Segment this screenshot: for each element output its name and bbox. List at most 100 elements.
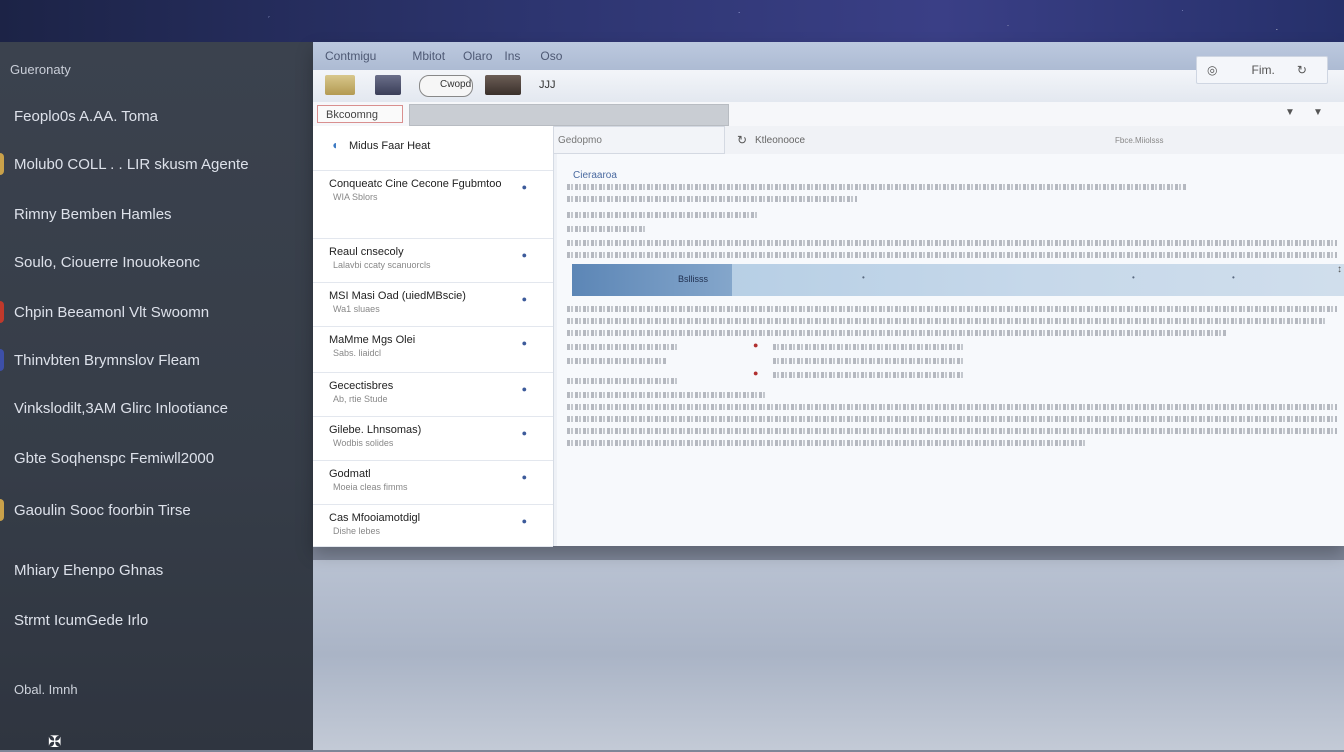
archive-icon[interactable] [485, 75, 521, 95]
message-preview: Sabs. liaidcl [333, 348, 382, 358]
sidebar-item[interactable]: Thinvbten Brymnslov Fleam [0, 338, 313, 382]
unread-dot-icon[interactable]: ● [522, 250, 527, 260]
mailbox-icon: ◖ [331, 138, 339, 152]
app-icon[interactable]: ✠ [48, 732, 61, 752]
text-line [567, 252, 1337, 258]
sidebar-item[interactable]: Vinkslodilt,3AM Glirc Inlootiance [0, 386, 313, 430]
desktop-wallpaper [0, 0, 1344, 42]
message-title: Gecectisbres [329, 380, 394, 392]
flag-marker: ● [753, 340, 759, 350]
unread-dot-icon[interactable]: ● [522, 294, 527, 304]
sidebar-item[interactable]: Soulo, Ciouerre Inouokeonc [0, 240, 313, 284]
text-line [567, 226, 647, 232]
text-line [567, 306, 1337, 312]
message-row[interactable]: Midus Faar Heat ◖ [313, 126, 553, 171]
message-row[interactable]: Gilebe. Lhnsomas) Wodbis solides ● [313, 416, 553, 461]
unread-dot-icon[interactable]: ● [522, 338, 527, 348]
address-label[interactable]: Bkcoomng [317, 105, 403, 123]
text-line [567, 440, 1087, 446]
message-title: Conqueatc Cine Cecone Fgubmtoo [329, 178, 502, 190]
message-title: MSI Masi Oad (uiedMBscie) [329, 290, 466, 302]
sidebar-item[interactable]: Molub0 COLL . . LIR skusm Agente [0, 142, 313, 186]
sidebar-item-label: Molub0 COLL . . LIR skusm Agente [14, 155, 249, 173]
band-marker: • [862, 273, 865, 282]
folder-icon[interactable] [325, 75, 355, 95]
sidebar-footer[interactable]: Obal. Imnh [14, 682, 78, 697]
reload-icon[interactable]: ↻ [737, 133, 747, 147]
compose-button[interactable]: Cwopd [419, 75, 473, 97]
sidebar-item[interactable]: Mhiary Ehenpo Ghnas [0, 548, 313, 592]
calendar-icon[interactable] [375, 75, 401, 95]
desktop-background [313, 560, 1344, 750]
text-line [567, 184, 1187, 190]
refresh-icon[interactable]: ↻ [1297, 63, 1307, 77]
unread-dot-icon[interactable]: ● [522, 182, 527, 192]
sidebar-item[interactable]: Rimny Bemben Hamles [0, 192, 313, 236]
message-row[interactable]: MSI Masi Oad (uiedMBscie) Wa1 sluaes ● [313, 282, 553, 327]
menu-item[interactable]: Ins [504, 49, 520, 63]
sidebar-item-label: Vinkslodilt,3AM Glirc Inlootiance [14, 399, 228, 417]
text-line [567, 404, 1337, 410]
message-preview: Dishe lebes [333, 526, 381, 536]
address-bar: Bkcoomng ▼ ▼ [313, 102, 1344, 127]
menu-item[interactable]: Olaro [463, 49, 492, 63]
text-line [567, 358, 667, 364]
message-title: Cas Mfooiamotdigl [329, 512, 421, 524]
text-line [567, 378, 677, 384]
sidebar-item-label: Gaoulin Sooc foorbin Tirse [14, 501, 191, 519]
text-line [773, 344, 963, 350]
attachment-bar[interactable]: Bsllisss • • • [572, 264, 1344, 296]
settings-icon[interactable]: ◎ [1207, 63, 1217, 77]
sidebar-item-label: Strmt IcumGede Irlo [14, 611, 149, 629]
chevron-down-icon[interactable]: ▼ [1285, 107, 1295, 118]
menu-item[interactable]: Oso [540, 49, 562, 63]
message-preview: Wodbis solides [333, 438, 394, 448]
text-line [567, 428, 1337, 434]
band-marker: • [1132, 273, 1135, 282]
attachment-label: Bsllisss [678, 274, 709, 284]
sidebar-item[interactable]: Gaoulin Sooc foorbin Tirse [0, 488, 313, 532]
unread-dot-icon[interactable]: ● [522, 428, 527, 438]
menu-item[interactable]: Mbitot [412, 49, 445, 63]
reading-pane: Cieraaroa Bsllisss • • • ↕ ● ● [557, 154, 1344, 546]
message-row[interactable]: Godmatl Moeia cleas fimms ● [313, 460, 553, 505]
message-title: MaMme Mgs Olei [329, 334, 416, 346]
color-tag-icon [0, 301, 4, 323]
sidebar: Gueronaty Feoplo0s A.AA. Toma Molub0 COLL… [0, 42, 313, 752]
sidebar-item[interactable]: Strmt IcumGede Irlo [0, 598, 313, 642]
sidebar-item-label: Mhiary Ehenpo Ghnas [14, 561, 164, 579]
text-line [567, 416, 1337, 422]
menu-item[interactable]: Contmigu [325, 49, 376, 63]
compose-label: Cwopd [440, 79, 472, 90]
message-title: Midus Faar Heat [349, 140, 431, 152]
reading-pane-header: ↻ Ktleonooce Fbce.Miiolsss [725, 126, 1344, 155]
color-tag-icon [0, 349, 4, 371]
address-input[interactable] [409, 104, 729, 126]
toolbar-extra-label[interactable]: JJJ [539, 79, 556, 91]
text-line [773, 372, 963, 378]
scroll-arrows[interactable]: ↕ [1337, 264, 1342, 275]
text-line [567, 392, 767, 398]
window-controls-label: Fim. [1251, 63, 1275, 77]
unread-dot-icon[interactable]: ● [522, 472, 527, 482]
sidebar-item[interactable]: Gbte Soqhenspc Femiwll2000 [0, 436, 313, 480]
mail-window: Contmigu Mbitot Olaro Ins Oso Cwopd JJJ … [313, 42, 1344, 547]
unread-dot-icon[interactable]: ● [522, 384, 527, 394]
message-row[interactable]: MaMme Mgs Olei Sabs. liaidcl ● [313, 326, 553, 373]
message-preview: Ab, rtie Stude [333, 394, 388, 404]
message-row[interactable]: Gecectisbres Ab, rtie Stude ● [313, 372, 553, 417]
message-heading: Cieraaroa [573, 170, 617, 181]
text-line [567, 196, 857, 202]
color-tag-icon [0, 499, 4, 521]
sidebar-item[interactable]: Chpin Beeamonl Vlt Swoomn [0, 290, 313, 334]
message-row[interactable]: Conqueatc Cine Cecone Fgubmtoo WIA Sblors… [313, 170, 553, 239]
message-row[interactable]: Reaul cnsecoly Lalavbi ccaty scanuorcls ● [313, 238, 553, 283]
message-title: Reaul cnsecoly [329, 246, 404, 258]
sidebar-item[interactable]: Feoplo0s A.AA. Toma [0, 94, 313, 138]
unread-dot-icon[interactable]: ● [522, 516, 527, 526]
chevron-down-icon[interactable]: ▼ [1313, 107, 1323, 118]
search-input[interactable]: Gedopmo [553, 126, 725, 154]
sidebar-header: Gueronaty [10, 62, 71, 77]
text-line [567, 212, 757, 218]
message-row[interactable]: Cas Mfooiamotdigl Dishe lebes ● [313, 504, 553, 547]
